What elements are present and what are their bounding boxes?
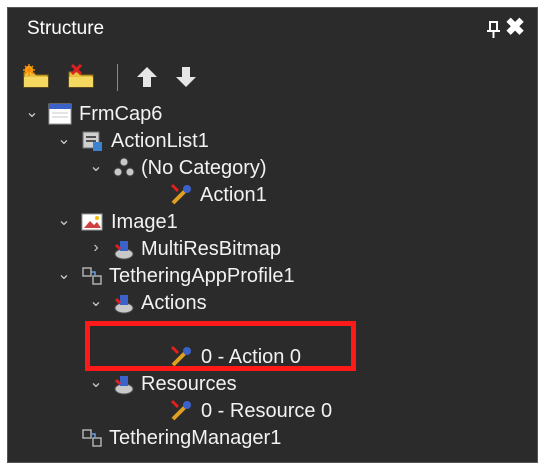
structure-tree: ⌄ FrmCap6 ⌄ ActionList1 ⌄ (No Category) … <box>8 100 537 462</box>
folder-delete-icon <box>68 63 94 88</box>
folder-new-icon <box>23 64 49 88</box>
collection-icon <box>112 237 138 263</box>
action-icon <box>170 183 196 209</box>
tree-node-tetheringappprofile1[interactable]: ⌄ TetheringAppProfile1 <box>8 264 537 291</box>
component-icon <box>80 264 106 290</box>
tree-node-resource-0[interactable]: 0 - Resource 0 <box>8 399 537 426</box>
action-icon <box>170 399 196 425</box>
arrow-up-icon <box>137 67 157 87</box>
delete-item-button[interactable] <box>66 62 96 92</box>
move-down-button[interactable] <box>171 62 201 92</box>
collection-icon <box>112 372 138 398</box>
toolbar <box>8 58 537 100</box>
tree-node-image1[interactable]: ⌄ Image1 <box>8 210 537 237</box>
tree-node-action1[interactable]: Action1 <box>8 183 537 210</box>
chevron-down-icon[interactable]: ⌄ <box>56 131 72 149</box>
chevron-down-icon[interactable]: ⌄ <box>88 374 104 392</box>
tree-node-frmcap6[interactable]: ⌄ FrmCap6 <box>8 102 537 129</box>
tree-node-label: Action1 <box>200 184 267 206</box>
tree-node-multiresbitmap[interactable]: › MultiResBitmap <box>8 237 537 264</box>
tree-node-resources[interactable]: ⌄ Resources <box>8 372 537 399</box>
tree-node-label: Image1 <box>111 211 178 233</box>
chevron-down-icon[interactable]: ⌄ <box>88 293 104 311</box>
chevron-right-icon[interactable]: › <box>88 239 104 257</box>
panel-titlebar: Structure ✖ <box>8 8 537 54</box>
pin-icon[interactable] <box>486 20 504 40</box>
tree-node-tetheringmanager1[interactable]: TetheringManager1 <box>8 426 537 453</box>
tree-node-label: ActionList1 <box>111 130 209 152</box>
tree-node-label: 0 - Resource 0 <box>201 400 333 422</box>
tree-node-label: TetheringManager1 <box>109 427 282 449</box>
arrow-down-icon <box>176 67 196 87</box>
structure-panel: Structure ✖ ⌄ FrmCap6 ⌄ ActionList1 ⌄ (N… <box>7 7 538 463</box>
tree-node-actions[interactable]: ⌄ Actions <box>8 291 537 318</box>
category-icon <box>112 156 138 182</box>
close-icon[interactable]: ✖ <box>505 16 525 40</box>
new-item-button[interactable] <box>21 62 51 92</box>
form-icon <box>48 102 74 128</box>
annotation-highlight-box <box>85 321 356 371</box>
tree-node-no-category[interactable]: ⌄ (No Category) <box>8 156 537 183</box>
tree-node-label: TetheringAppProfile1 <box>109 265 295 287</box>
component-icon <box>80 426 106 452</box>
tree-node-actionlist1[interactable]: ⌄ ActionList1 <box>8 129 537 156</box>
tree-node-label: Resources <box>141 373 237 395</box>
chevron-down-icon[interactable]: ⌄ <box>56 266 72 284</box>
tree-node-label: FrmCap6 <box>79 103 163 125</box>
chevron-down-icon[interactable]: ⌄ <box>24 104 40 122</box>
collection-icon <box>112 291 138 317</box>
tree-node-label: MultiResBitmap <box>141 238 282 260</box>
toolbar-separator <box>117 64 118 91</box>
panel-title: Structure <box>27 18 105 39</box>
tree-node-label: (No Category) <box>141 157 267 179</box>
move-up-button[interactable] <box>132 62 162 92</box>
chevron-down-icon[interactable]: ⌄ <box>88 158 104 176</box>
chevron-down-icon[interactable]: ⌄ <box>56 212 72 230</box>
image-icon <box>80 210 106 236</box>
tree-node-label: Actions <box>141 292 207 314</box>
action-list-icon <box>80 129 106 155</box>
